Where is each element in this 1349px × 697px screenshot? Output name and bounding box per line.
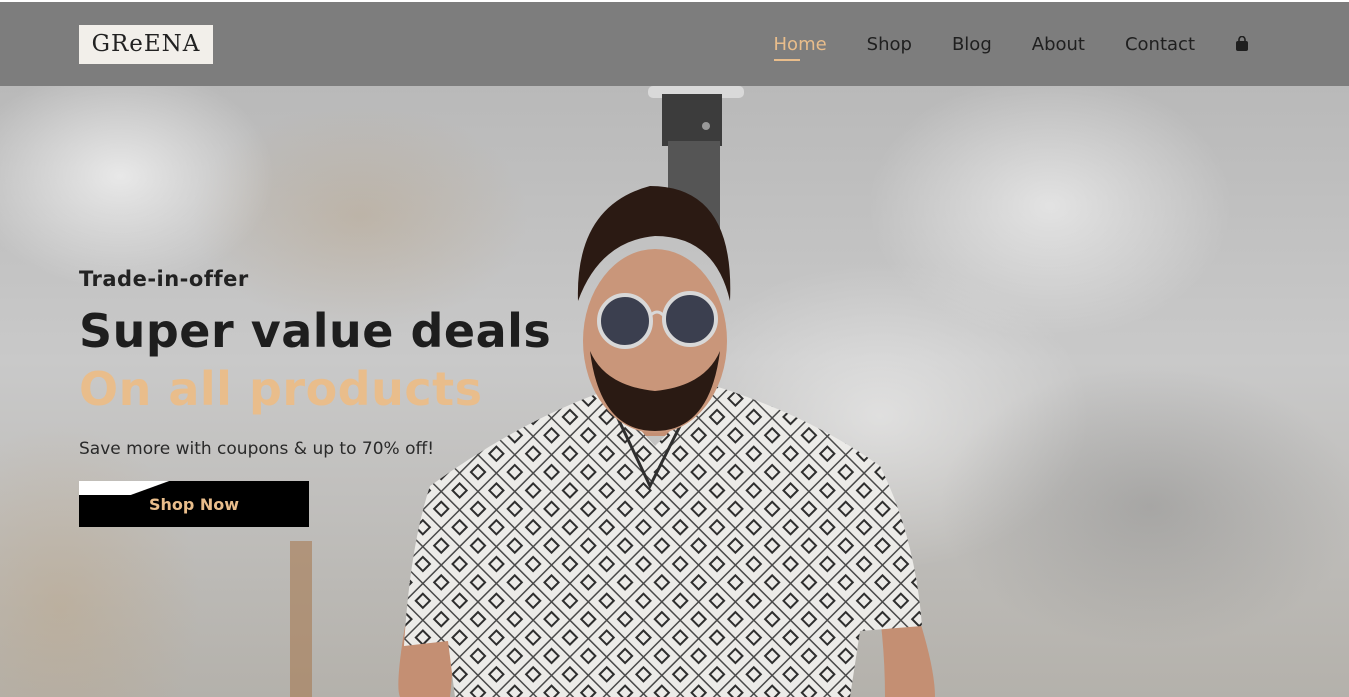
hero-highlight: On all products bbox=[79, 362, 483, 416]
brand-logo-text: GReENA bbox=[91, 31, 201, 57]
shop-now-label: Shop Now bbox=[148, 494, 240, 514]
offer-eyebrow: Trade-in-offer bbox=[79, 267, 249, 291]
site-header: GReENA Home Shop Blog About Contact bbox=[0, 0, 1349, 86]
hero-banner: Trade-in-offer Super value deals On all … bbox=[0, 86, 1349, 697]
main-nav: Home Shop Blog About Contact bbox=[734, 34, 1251, 61]
shop-now-button[interactable]: Shop Now bbox=[79, 481, 309, 527]
shopping-bag-icon[interactable] bbox=[1235, 35, 1251, 53]
nav-item-home[interactable]: Home bbox=[773, 34, 827, 61]
nav-item-about[interactable]: About bbox=[1032, 34, 1085, 55]
nav-item-shop[interactable]: Shop bbox=[867, 34, 912, 55]
nav-item-blog[interactable]: Blog bbox=[952, 34, 992, 55]
brand-logo[interactable]: GReENA bbox=[79, 24, 213, 64]
hero-subtext: Save more with coupons & up to 70% off! bbox=[79, 439, 435, 459]
hero-headline: Super value deals bbox=[79, 304, 552, 358]
nav-item-contact[interactable]: Contact bbox=[1125, 34, 1195, 55]
